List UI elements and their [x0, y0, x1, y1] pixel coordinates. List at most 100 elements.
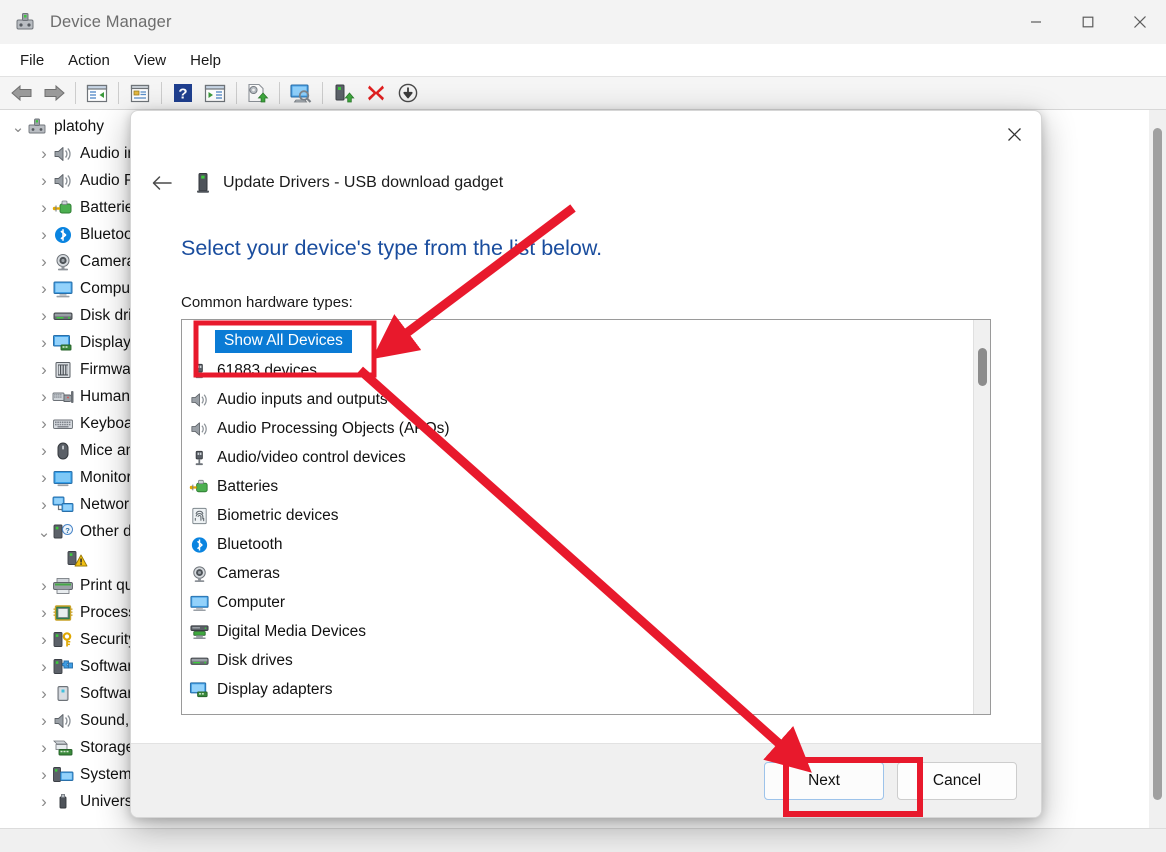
status-bar: [0, 828, 1166, 852]
list-item[interactable]: Display adapters: [182, 675, 973, 704]
chevron-right-icon[interactable]: ›: [36, 198, 52, 218]
chevron-right-icon[interactable]: ›: [36, 792, 52, 812]
storage-icon: [52, 738, 74, 758]
minimize-button[interactable]: [1010, 0, 1062, 44]
disable-device-icon[interactable]: [393, 79, 423, 107]
menu-help[interactable]: Help: [178, 48, 233, 73]
bluetooth-icon: [52, 225, 74, 245]
printer-icon: [52, 576, 74, 596]
list-item[interactable]: Audio Processing Objects (APOs): [182, 414, 973, 443]
chevron-right-icon[interactable]: ›: [36, 333, 52, 353]
software-comp-icon: [52, 657, 74, 677]
list-item-label: Show All Devices: [215, 330, 352, 353]
chevron-right-icon[interactable]: ›: [36, 765, 52, 785]
chevron-right-icon[interactable]: ›: [36, 576, 52, 596]
listbox-vertical-scrollbar[interactable]: [973, 320, 990, 714]
maximize-button[interactable]: [1062, 0, 1114, 44]
common-hardware-types-label: Common hardware types:: [181, 294, 353, 311]
list-item[interactable]: Bluetooth: [182, 530, 973, 559]
display-adapter-icon: [189, 680, 210, 700]
back-arrow-icon[interactable]: [145, 168, 179, 198]
chevron-right-icon[interactable]: ›: [36, 657, 52, 677]
list-item[interactable]: Digital Media Devices: [182, 617, 973, 646]
tree-label-root: platohy: [54, 117, 104, 135]
list-item[interactable]: Batteries: [182, 472, 973, 501]
show-hide-console-tree-icon[interactable]: [82, 79, 112, 107]
keyboard-icon: [52, 414, 74, 434]
menu-action[interactable]: Action: [56, 48, 122, 73]
list-item[interactable]: Audio inputs and outputs: [182, 385, 973, 414]
list-item-label: Cameras: [217, 564, 280, 582]
list-item[interactable]: Computer: [182, 588, 973, 617]
chevron-right-icon[interactable]: ›: [36, 441, 52, 461]
list-item-selected[interactable]: Show All Devices: [182, 327, 973, 356]
chevron-right-icon[interactable]: ›: [36, 738, 52, 758]
properties-icon[interactable]: [125, 79, 155, 107]
chevron-right-icon[interactable]: ›: [36, 144, 52, 164]
hardware-types-listbox[interactable]: Show All Devices 61883 devices Audio input…: [181, 319, 991, 715]
list-item[interactable]: Disk drives: [182, 646, 973, 675]
help-icon[interactable]: ?: [168, 79, 198, 107]
chevron-right-icon[interactable]: ›: [36, 252, 52, 272]
main-vertical-scrollbar[interactable]: [1149, 110, 1166, 828]
chevron-right-icon[interactable]: ›: [36, 414, 52, 434]
warning-device-icon: [66, 549, 88, 569]
list-item-label: Audio/video control devices: [217, 448, 406, 466]
show-hide-action-pane-icon[interactable]: [200, 79, 230, 107]
menu-view[interactable]: View: [122, 48, 178, 73]
toolbar-separator: [118, 82, 119, 104]
chevron-right-icon[interactable]: ›: [36, 171, 52, 191]
speaker-icon: [189, 390, 210, 410]
list-item[interactable]: Audio/video control devices: [182, 443, 973, 472]
monitor-icon: [52, 279, 74, 299]
scan-for-hardware-changes-icon[interactable]: [286, 79, 316, 107]
list-item[interactable]: 61883 devices: [182, 356, 973, 385]
monitor-blue-icon: [52, 468, 74, 488]
chevron-down-icon[interactable]: ⌄: [10, 118, 26, 136]
list-item-label: Computer: [217, 593, 286, 611]
chevron-right-icon[interactable]: ›: [36, 306, 52, 326]
no-icon: [189, 332, 210, 352]
chevron-right-icon[interactable]: ›: [36, 279, 52, 299]
toolbar-separator: [236, 82, 237, 104]
uninstall-device-icon[interactable]: [329, 79, 359, 107]
device-manager-icon: [14, 11, 36, 33]
chevron-right-icon[interactable]: ›: [36, 603, 52, 623]
chevron-right-icon[interactable]: ›: [36, 495, 52, 515]
listbox-scrollbar-thumb[interactable]: [978, 348, 987, 386]
remove-device-icon[interactable]: [361, 79, 391, 107]
chevron-down-icon[interactable]: ⌄: [36, 523, 52, 541]
list-item-label: Digital Media Devices: [217, 622, 367, 640]
back-icon[interactable]: [7, 79, 37, 107]
toolbar-separator: [75, 82, 76, 104]
chevron-right-icon[interactable]: ›: [36, 711, 52, 731]
list-item-label: Batteries: [217, 477, 279, 495]
menu-file[interactable]: File: [8, 48, 56, 73]
biometric-icon: [189, 506, 210, 526]
chevron-right-icon[interactable]: ›: [36, 387, 52, 407]
title-bar: Device Manager: [0, 0, 1166, 44]
cancel-button[interactable]: Cancel: [897, 761, 1017, 800]
chevron-right-icon[interactable]: ›: [36, 468, 52, 488]
close-button[interactable]: [1114, 0, 1166, 44]
dialog-body: Select your device's type from the list …: [131, 203, 1041, 743]
list-item[interactable]: Biometric devices: [182, 501, 973, 530]
firmware-icon: [52, 360, 74, 380]
list-item-label: Audio inputs and outputs: [217, 390, 388, 408]
forward-icon[interactable]: [39, 79, 69, 107]
chevron-right-icon[interactable]: ›: [36, 630, 52, 650]
next-button[interactable]: Next: [764, 761, 884, 800]
update-driver-icon[interactable]: [243, 79, 273, 107]
list-item[interactable]: Cameras: [182, 559, 973, 588]
chevron-right-icon[interactable]: ›: [36, 225, 52, 245]
dialog-close-button[interactable]: [991, 115, 1037, 153]
unknown-device-icon: ?: [52, 522, 74, 542]
toolbar-separator: [279, 82, 280, 104]
list-item-label: Audio Processing Objects (APOs): [217, 419, 450, 437]
camera-icon: [52, 252, 74, 272]
chevron-right-icon[interactable]: ›: [36, 360, 52, 380]
window-controls: [1010, 0, 1166, 44]
chevron-right-icon[interactable]: ›: [36, 684, 52, 704]
main-scrollbar-thumb[interactable]: [1153, 128, 1162, 800]
usb-device-icon: [193, 172, 213, 194]
